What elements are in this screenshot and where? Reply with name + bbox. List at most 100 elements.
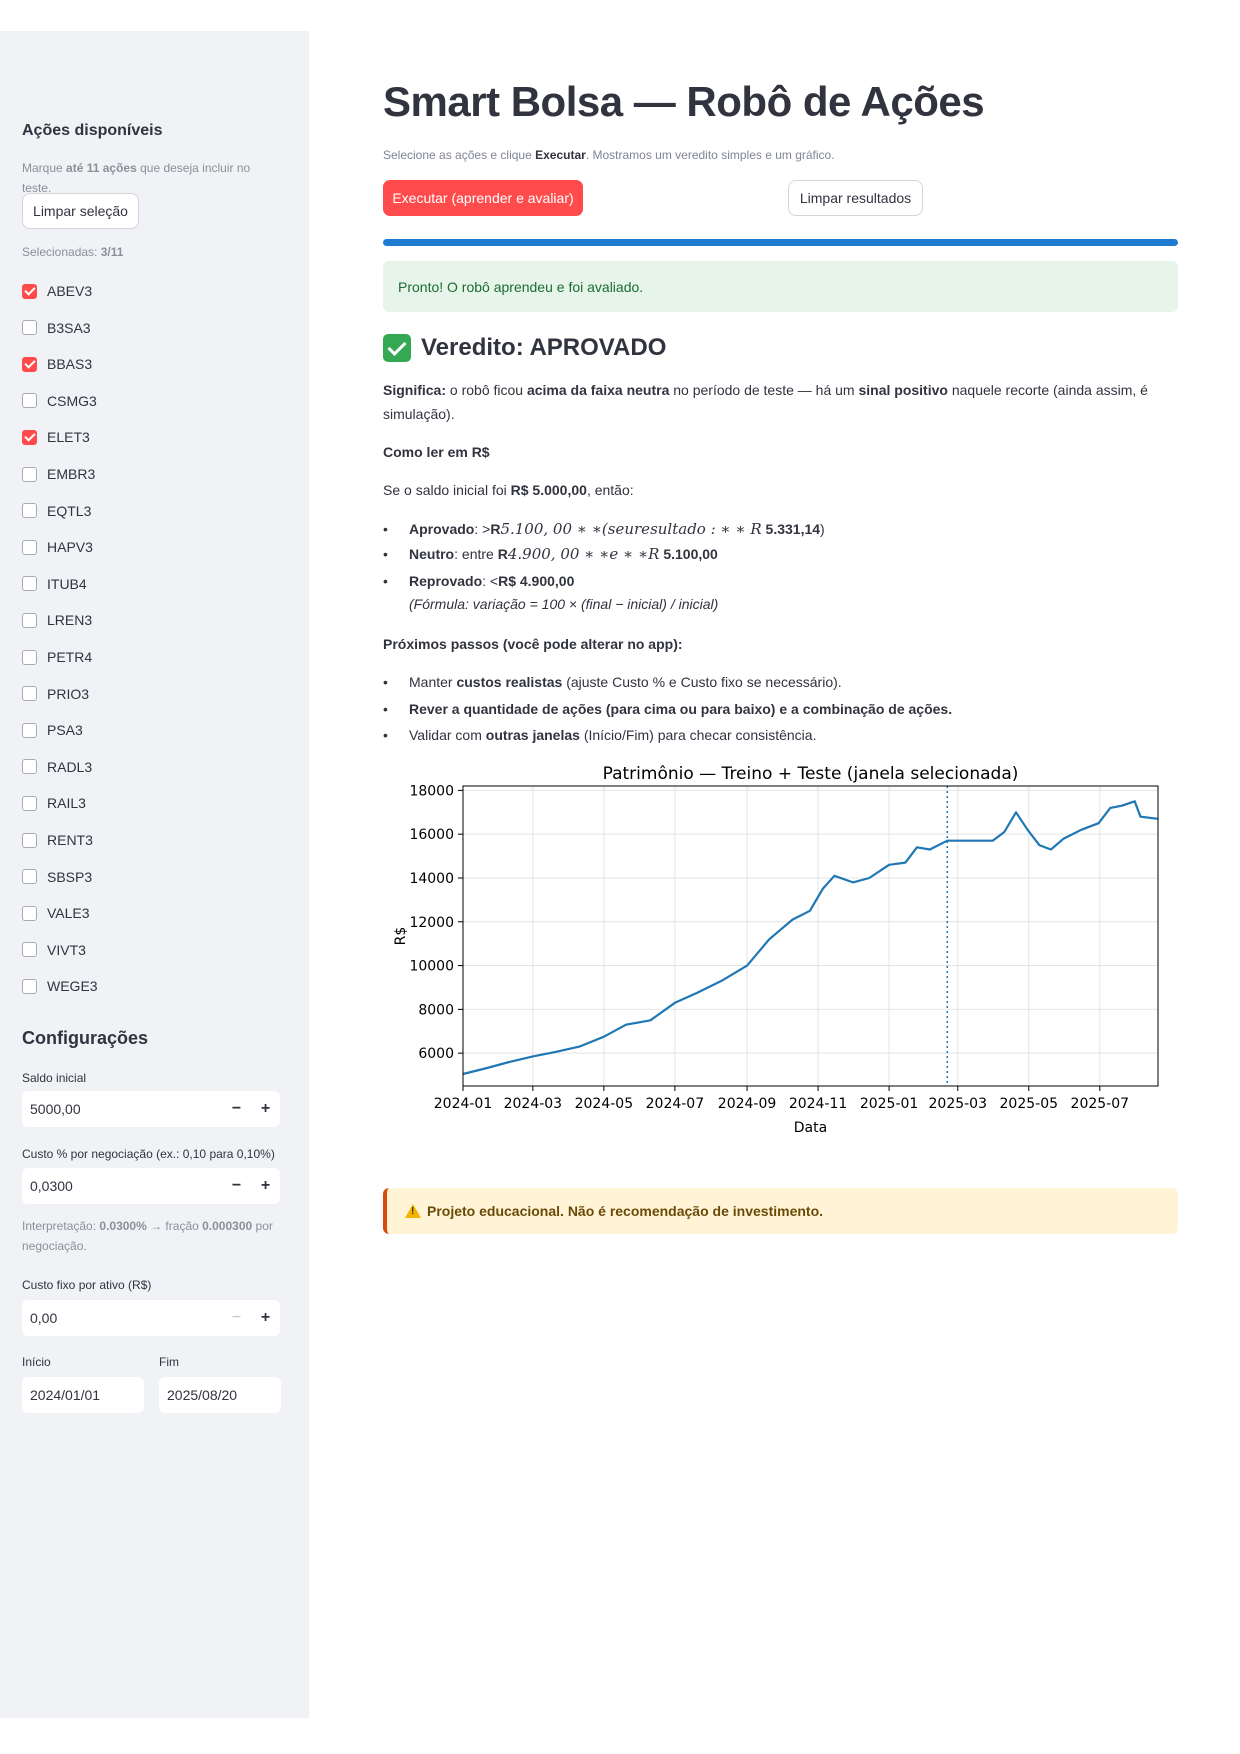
- next-steps-heading: Próximos passos (você pode alterar no ap…: [383, 636, 683, 652]
- stock-checkbox-itub4[interactable]: ITUB4: [22, 573, 87, 595]
- stock-ticker-label: ITUB4: [47, 575, 87, 592]
- config-header: Configurações: [22, 1028, 149, 1048]
- x-axis-label: Data: [794, 1120, 827, 1136]
- checkbox-unchecked-icon[interactable]: [22, 978, 37, 994]
- checkbox-checked-icon[interactable]: [22, 356, 37, 372]
- stock-checkbox-hapv3[interactable]: HAPV3: [22, 536, 93, 558]
- stock-checkbox-csmg3[interactable]: CSMG3: [22, 390, 97, 412]
- list-item: • Reprovado: <R$ 4.900,00: [383, 573, 575, 589]
- plot-frame: [462, 785, 1159, 1087]
- x-tick-label: 2025-07: [1071, 1096, 1130, 1112]
- stock-checkbox-vale3[interactable]: VALE3: [22, 902, 90, 924]
- initial-balance-value[interactable]: 5000,00: [22, 1101, 222, 1117]
- cost-interpretation: Interpretação: 0.0300% → fração 0.000300…: [22, 1219, 273, 1253]
- x-tick-label: 2025-03: [929, 1096, 988, 1112]
- stock-checkbox-embr3[interactable]: EMBR3: [22, 463, 95, 485]
- checkbox-unchecked-icon[interactable]: [22, 942, 37, 958]
- checkbox-unchecked-icon[interactable]: [22, 795, 37, 811]
- chart-title: Patrimônio — Treino + Teste (janela sele…: [603, 764, 1019, 784]
- checkbox-unchecked-icon[interactable]: [22, 503, 37, 519]
- clear-results-button[interactable]: Limpar resultados: [788, 180, 923, 216]
- disclaimer-text: Projeto educacional. Não é recomendação …: [427, 1203, 824, 1219]
- minus-icon[interactable]: −: [222, 1177, 251, 1195]
- checkbox-unchecked-icon[interactable]: [22, 869, 37, 885]
- end-date-input[interactable]: 2025/08/20: [159, 1377, 281, 1413]
- x-tick-label: 2025-01: [860, 1096, 919, 1112]
- stock-checkbox-psa3[interactable]: PSA3: [22, 719, 83, 741]
- stock-checkbox-prio3[interactable]: PRIO3: [22, 683, 89, 705]
- stock-checkbox-wege3[interactable]: WEGE3: [22, 975, 98, 997]
- clear-selection-button[interactable]: Limpar seleção: [22, 193, 139, 229]
- stock-checkbox-bbas3[interactable]: BBAS3: [22, 353, 92, 375]
- stock-ticker-label: CSMG3: [47, 392, 97, 409]
- stocks-hint: Marque até 11 ações que deseja incluir n…: [22, 161, 251, 195]
- checkbox-unchecked-icon[interactable]: [22, 649, 37, 665]
- stock-ticker-label: VALE3: [47, 905, 90, 922]
- start-date-input[interactable]: 2024/01/01: [22, 1377, 144, 1413]
- stock-checkbox-petr4[interactable]: PETR4: [22, 646, 92, 668]
- cost-pct-value[interactable]: 0,0300: [22, 1178, 222, 1194]
- checkbox-unchecked-icon[interactable]: [22, 393, 37, 409]
- stock-ticker-label: SBSP3: [47, 868, 93, 885]
- cost-pct-input[interactable]: 0,0300 − +: [22, 1168, 280, 1204]
- check-mark-icon: [383, 334, 411, 362]
- y-tick-label: 6000: [418, 1046, 454, 1062]
- checkbox-unchecked-icon[interactable]: [22, 320, 37, 336]
- checkbox-unchecked-icon[interactable]: [22, 722, 37, 738]
- checkbox-unchecked-icon[interactable]: [22, 686, 37, 702]
- list-item: • Manter custos realistas (ajuste Custo …: [383, 674, 842, 690]
- equity-chart: 6000 8000 10000 12000 14000 16000 18000 2024-01…: [383, 764, 1178, 1154]
- page-subtitle: Selecione as ações e clique Executar. Mo…: [383, 148, 835, 162]
- stock-ticker-label: LREN3: [47, 612, 93, 629]
- formula-note: (Fórmula: variação = 100 × (final − inic…: [409, 596, 719, 612]
- stock-ticker-label: ELET3: [47, 429, 90, 446]
- stock-checkbox-rail3[interactable]: RAIL3: [22, 792, 86, 814]
- sidebar: Ações disponíveis Marque até 11 ações qu…: [0, 31, 309, 1718]
- stock-checkbox-radl3[interactable]: RADL3: [22, 756, 92, 778]
- list-item: • Rever a quantidade de ações (para cima…: [383, 701, 953, 717]
- stock-ticker-label: RADL3: [47, 758, 93, 775]
- stock-ticker-label: VIVT3: [47, 941, 86, 958]
- stock-ticker-label: PSA3: [47, 722, 83, 739]
- stock-checkbox-sbsp3[interactable]: SBSP3: [22, 866, 92, 888]
- checkbox-checked-icon[interactable]: [22, 283, 37, 299]
- fixed-cost-label: Custo fixo por ativo (R$): [22, 1278, 152, 1292]
- stock-checkbox-b3sa3[interactable]: B3SA3: [22, 317, 91, 339]
- how-to-read-heading: Como ler em R$: [383, 444, 490, 460]
- initial-balance-input[interactable]: 5000,00 − +: [22, 1091, 280, 1127]
- stock-ticker-label: ABEV3: [47, 283, 93, 299]
- plus-icon[interactable]: +: [251, 1309, 280, 1327]
- x-tick-label: 2025-05: [1000, 1096, 1058, 1112]
- y-tick-label: 16000: [409, 827, 454, 843]
- checkbox-unchecked-icon[interactable]: [22, 576, 37, 592]
- x-tick-label: 2024-05: [575, 1096, 634, 1112]
- checkbox-unchecked-icon[interactable]: [22, 466, 37, 482]
- stock-ticker-label: PETR4: [47, 649, 93, 665]
- checkbox-unchecked-icon[interactable]: [22, 539, 37, 555]
- stock-checkbox-vivt3[interactable]: VIVT3: [22, 939, 86, 961]
- x-tick-label: 2024-09: [718, 1096, 777, 1112]
- stock-ticker-label: EQTL3: [47, 502, 92, 519]
- fixed-cost-input[interactable]: 0,00 − +: [22, 1300, 280, 1336]
- stock-checkbox-elet3[interactable]: ELET3: [22, 426, 90, 448]
- checkbox-unchecked-icon[interactable]: [22, 759, 37, 775]
- minus-icon[interactable]: −: [222, 1309, 251, 1327]
- stock-checkbox-eqtl3[interactable]: EQTL3: [22, 500, 91, 522]
- y-tick-label: 18000: [409, 783, 454, 799]
- checkbox-unchecked-icon[interactable]: [22, 832, 37, 848]
- checkbox-unchecked-icon[interactable]: [22, 612, 37, 628]
- checkbox-checked-icon[interactable]: [22, 429, 37, 445]
- fixed-cost-value[interactable]: 0,00: [22, 1310, 222, 1326]
- plus-icon[interactable]: +: [251, 1177, 280, 1195]
- minus-icon[interactable]: −: [222, 1100, 251, 1118]
- start-label: Início: [22, 1355, 51, 1369]
- checkbox-unchecked-icon[interactable]: [22, 905, 37, 921]
- run-button[interactable]: Executar (aprender e avaliar): [383, 180, 583, 216]
- plus-icon[interactable]: +: [251, 1100, 280, 1118]
- equity-chart-svg: 6000 8000 10000 12000 14000 16000 18000 2024-01…: [393, 764, 1159, 1136]
- stock-checkbox-lren3[interactable]: LREN3: [22, 609, 92, 631]
- stock-checkbox-abev3[interactable]: ABEV3: [22, 280, 92, 302]
- warning-icon: [405, 1204, 421, 1218]
- stock-checkbox-rent3[interactable]: RENT3: [22, 829, 93, 851]
- y-axis-label: R$: [393, 927, 409, 946]
